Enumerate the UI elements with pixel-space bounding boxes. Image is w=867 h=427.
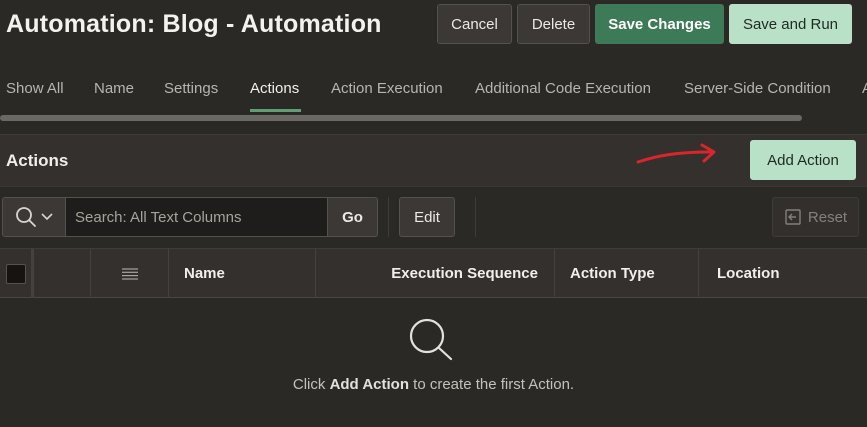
tab-show-all[interactable]: Show All: [6, 80, 64, 97]
tab-bar: Show All Name Settings Actions Action Ex…: [0, 70, 867, 114]
select-all-cell: [0, 249, 34, 298]
hamburger-menu-icon: [121, 267, 138, 280]
column-label: Name: [184, 265, 225, 282]
row-menu-column[interactable]: [91, 249, 169, 298]
add-action-button[interactable]: Add Action: [750, 140, 856, 180]
tab-additional-code-execution[interactable]: Additional Code Execution: [475, 80, 651, 97]
column-label: Action Type: [570, 265, 655, 282]
reset-button[interactable]: Reset: [772, 197, 859, 237]
edit-button[interactable]: Edit: [399, 197, 455, 237]
tab-settings[interactable]: Settings: [164, 80, 218, 97]
toolbar-divider: [475, 197, 476, 237]
tab-server-side-condition[interactable]: Server-Side Condition: [684, 80, 831, 97]
toolbar-divider: [388, 197, 389, 237]
row-action-column: [34, 249, 91, 298]
tab-overflow[interactable]: A: [862, 80, 867, 97]
active-tab-indicator: [250, 109, 301, 112]
save-changes-button[interactable]: Save Changes: [595, 4, 724, 44]
search-icon: [409, 318, 453, 361]
go-button[interactable]: Go: [328, 197, 378, 237]
region-title: Actions: [6, 151, 69, 170]
column-header-execution-sequence[interactable]: Execution Sequence: [316, 249, 555, 298]
search-icon: [16, 207, 36, 227]
column-label: Location: [717, 265, 780, 282]
tabs-scrollbar-thumb[interactable]: [0, 115, 802, 121]
reset-icon: [785, 209, 801, 225]
select-all-checkbox[interactable]: [5, 263, 26, 284]
empty-emphasis: Add Action: [329, 376, 409, 393]
empty-state-message: Click Add Action to create the first Act…: [0, 376, 867, 393]
empty-prefix: Click: [292, 376, 330, 393]
delete-button[interactable]: Delete: [517, 4, 590, 44]
actions-region-header: Actions: [0, 134, 867, 186]
save-and-run-button[interactable]: Save and Run: [729, 4, 852, 44]
tab-action-execution[interactable]: Action Execution: [331, 80, 443, 97]
page-title: Automation: Blog - Automation: [6, 10, 382, 38]
grid-header: Name Execution Sequence Action Type Loca…: [0, 248, 867, 298]
tab-name[interactable]: Name: [94, 80, 134, 97]
column-header-name[interactable]: Name: [169, 249, 316, 298]
column-header-action-type[interactable]: Action Type: [555, 249, 699, 298]
chevron-down-icon: [41, 213, 53, 221]
empty-suffix: to create the first Action.: [409, 376, 575, 393]
search-input[interactable]: [66, 197, 328, 237]
search-column-selector[interactable]: [2, 197, 66, 237]
column-header-location[interactable]: Location: [699, 249, 867, 298]
column-label: Execution Sequence: [391, 265, 538, 282]
reset-label: Reset: [807, 208, 848, 226]
cancel-button[interactable]: Cancel: [437, 4, 512, 44]
tab-actions[interactable]: Actions: [250, 80, 299, 97]
red-arrow-annotation: [636, 143, 716, 164]
search-group: Go: [2, 197, 378, 237]
